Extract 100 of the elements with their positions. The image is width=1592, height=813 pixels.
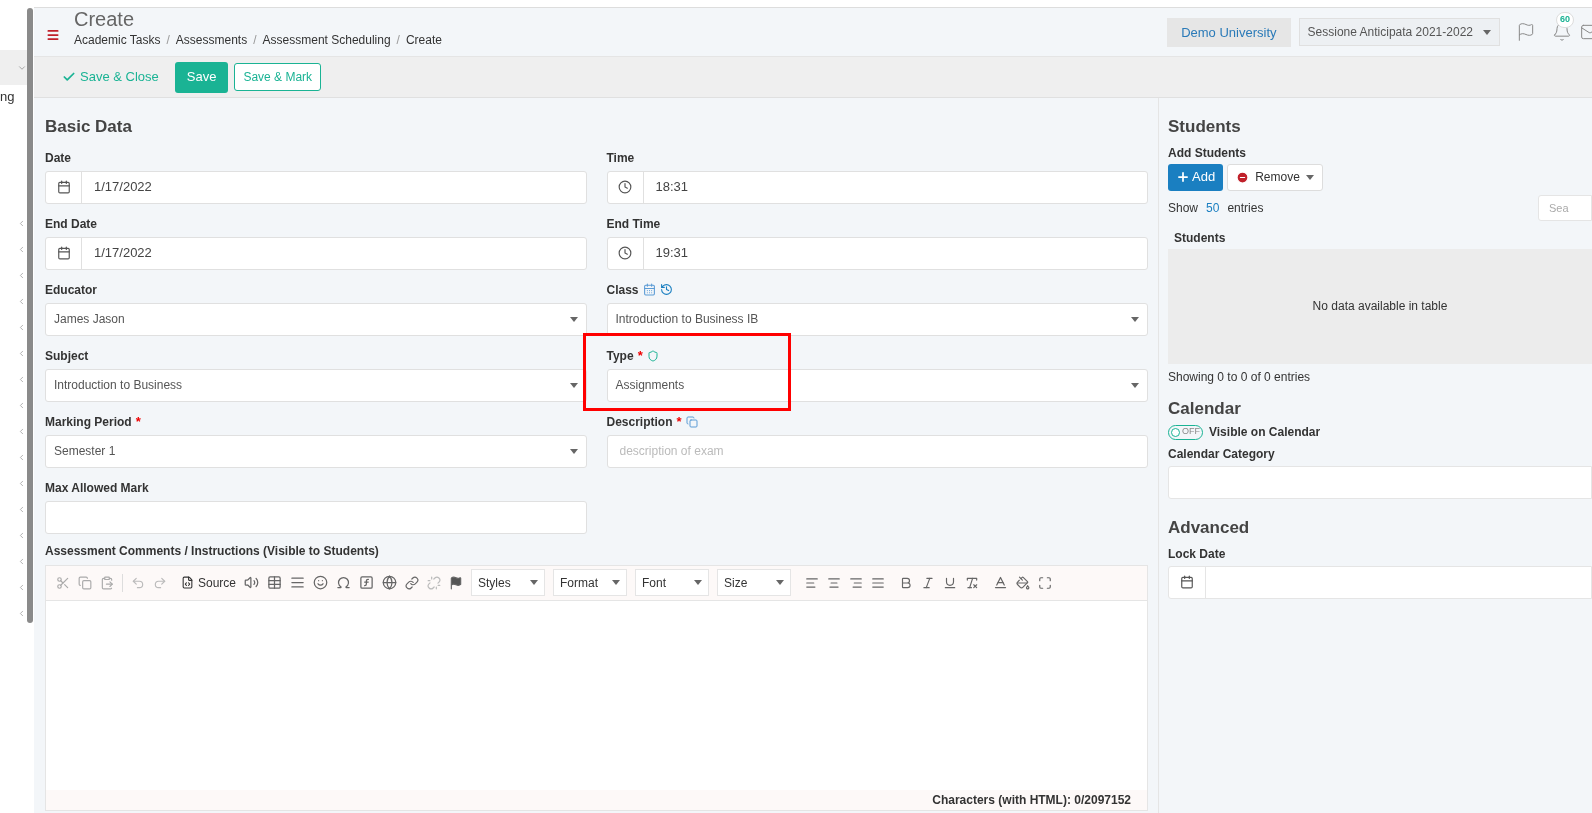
globe-icon[interactable] (382, 575, 398, 590)
time-field[interactable]: 18:31 (606, 170, 1148, 204)
column-header[interactable]: Students (1168, 228, 1592, 247)
time-field[interactable]: 19:31 (606, 236, 1148, 270)
caret-icon (1483, 29, 1491, 35)
remove-button[interactable]: Remove (1227, 163, 1323, 191)
background-color-icon[interactable] (1016, 575, 1031, 590)
calendar-icon (56, 180, 71, 194)
justify-icon[interactable] (871, 575, 886, 590)
chevron-icon[interactable] (17, 557, 26, 566)
link-icon[interactable] (405, 575, 420, 590)
paste-icon[interactable] (100, 575, 114, 590)
chevron-icon[interactable] (17, 323, 26, 332)
caret-icon (569, 448, 578, 454)
breadcrumb-link[interactable]: Academic Tasks (74, 31, 161, 49)
align-center-icon[interactable] (827, 575, 842, 590)
clock-icon (618, 180, 632, 194)
editor-dropdown[interactable]: Styles (471, 569, 546, 596)
field-label: Assessment Comments / Instructions (Visible to Students) (45, 542, 380, 560)
copy-icon[interactable] (685, 415, 698, 428)
category-select[interactable] (1168, 466, 1592, 499)
undo-icon[interactable] (131, 575, 145, 590)
scrollbar[interactable] (27, 8, 33, 623)
editor-dropdown[interactable]: Format (553, 569, 628, 596)
caret-icon (1305, 174, 1314, 180)
select-field[interactable]: Introduction to Business IB (606, 302, 1148, 336)
select-field[interactable]: Assignments (606, 368, 1148, 402)
field-label: End Date (45, 215, 97, 233)
chevron-icon[interactable] (17, 453, 26, 462)
select-field[interactable]: James Jason (45, 302, 587, 336)
chevron-icon[interactable] (17, 531, 26, 540)
session-dropdown[interactable]: Sessione Anticipata 2021-2022 (1298, 18, 1500, 46)
required-mark: * (676, 412, 682, 431)
chevron-icon[interactable] (17, 297, 26, 306)
redo-icon[interactable] (153, 575, 167, 590)
page-size-select[interactable]: 50 (1206, 198, 1220, 217)
chevron-icon[interactable] (17, 427, 26, 436)
maximize-icon[interactable] (1038, 575, 1053, 590)
required-mark: * (135, 412, 141, 431)
smiley-icon[interactable] (313, 575, 329, 590)
field-label: Time (606, 149, 635, 167)
chevron-icon[interactable] (17, 583, 26, 592)
bold-icon[interactable] (899, 575, 914, 590)
breadcrumb-link[interactable]: Assessments (175, 31, 248, 49)
breadcrumb-link[interactable]: Assessment Scheduling (262, 31, 391, 49)
clear-format-icon[interactable] (965, 575, 980, 590)
align-left-icon[interactable] (805, 575, 820, 590)
copy-icon[interactable] (78, 575, 92, 590)
date-field[interactable]: 1/17/2022 (45, 236, 587, 270)
text-field[interactable]: description of exam (606, 434, 1148, 468)
calendar-icon[interactable] (642, 283, 656, 296)
horizontal-line-icon[interactable] (290, 575, 306, 590)
function-icon[interactable] (359, 575, 375, 590)
chevron-icon[interactable] (17, 219, 26, 228)
calendar-icon (56, 246, 71, 260)
caret-icon (569, 316, 578, 322)
field-label: Marking Period (45, 413, 132, 431)
text-color-icon[interactable] (993, 575, 1009, 590)
editor-dropdown[interactable]: Font (635, 569, 710, 596)
chevron-icon[interactable] (17, 479, 26, 488)
bell-icon[interactable] (1552, 22, 1572, 42)
chevron-icon[interactable] (17, 375, 26, 384)
toggle-label: Visible on Calendar (1209, 424, 1321, 441)
chevron-icon[interactable] (17, 349, 26, 358)
caret-icon (612, 580, 621, 585)
required-mark: * (637, 346, 643, 365)
scissors-icon[interactable] (56, 575, 70, 590)
select-field[interactable]: Introduction to Business (45, 368, 587, 402)
text-field[interactable] (45, 500, 587, 534)
rich-text-editor[interactable]: Source Styles Format Font Size Characters (with HTML): 0/2097152 (45, 564, 1148, 811)
select-field[interactable]: Semester 1 (45, 434, 587, 468)
chevron-icon[interactable] (17, 505, 26, 514)
menu-icon[interactable] (46, 28, 60, 42)
flag-icon[interactable] (449, 575, 464, 590)
editor-dropdown[interactable]: Size (717, 569, 792, 596)
chevron-icon[interactable] (17, 401, 26, 410)
history-icon[interactable] (659, 283, 673, 296)
unlink-icon[interactable] (427, 575, 442, 590)
source-button[interactable]: Source (181, 573, 237, 592)
align-right-icon[interactable] (849, 575, 864, 590)
chevron-icon[interactable] (17, 271, 26, 280)
speaker-icon[interactable] (244, 575, 260, 590)
calendar-icon (1180, 575, 1194, 589)
field-label: Class (606, 281, 639, 299)
add-button[interactable]: Add (1168, 163, 1224, 191)
date-field[interactable]: 1/17/2022 (45, 170, 587, 204)
chevron-icon[interactable] (17, 609, 26, 618)
breadcrumb-separator: / (396, 32, 400, 49)
italic-icon[interactable] (921, 575, 936, 590)
date-field[interactable] (1168, 565, 1592, 599)
underline-icon[interactable] (943, 575, 958, 590)
sidebar-item[interactable]: ng (0, 85, 27, 109)
chevron-icon[interactable] (17, 245, 26, 254)
show-label: Show (1168, 199, 1199, 217)
caret-icon (776, 580, 785, 585)
search-field[interactable]: Sea (1538, 194, 1592, 221)
institution-badge[interactable]: Demo University (1167, 17, 1291, 47)
field-label: Calendar Category (1168, 446, 1276, 463)
table-icon[interactable] (267, 575, 283, 590)
omega-icon[interactable] (336, 575, 352, 590)
